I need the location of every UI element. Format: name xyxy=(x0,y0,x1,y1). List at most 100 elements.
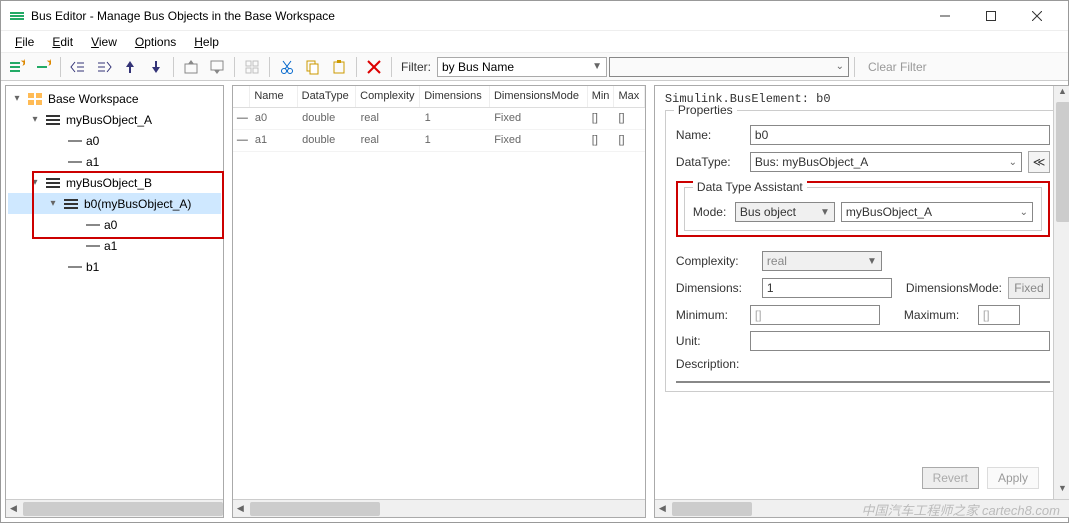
horizontal-scrollbar[interactable]: ◀ xyxy=(6,499,223,517)
toolbar: ★ ★ Filter: by Bus Name▼ ⌄ Clear Filter xyxy=(1,53,1068,81)
col-name[interactable]: Name xyxy=(250,86,297,107)
elements-grid[interactable]: Name DataType Complexity Dimensions Dime… xyxy=(233,86,645,499)
maximize-button[interactable] xyxy=(968,1,1014,31)
tree-item[interactable]: b1 xyxy=(8,256,221,277)
button-row: Revert Apply xyxy=(912,461,1049,495)
table-row[interactable]: — a1 double real 1 Fixed [] [] xyxy=(233,130,645,152)
menu-bar: File Edit View Options Help xyxy=(1,31,1068,53)
col-max[interactable]: Max xyxy=(614,86,644,107)
tree-item[interactable]: a1 xyxy=(8,235,221,256)
tree-label: a1 xyxy=(86,155,99,169)
copy-icon[interactable] xyxy=(301,56,325,78)
import-icon[interactable] xyxy=(179,56,203,78)
main-area: ▾ Base Workspace ▾ myBusObject_A a0 a1 ▾… xyxy=(1,81,1068,522)
delete-icon[interactable] xyxy=(362,56,386,78)
tree-label: a0 xyxy=(104,218,117,232)
unit-input[interactable] xyxy=(750,331,1050,351)
name-input[interactable]: b0 xyxy=(750,125,1050,145)
grid-header: Name DataType Complexity Dimensions Dime… xyxy=(233,86,645,108)
indent-right-icon[interactable] xyxy=(92,56,116,78)
unit-label: Unit: xyxy=(676,334,744,348)
close-button[interactable] xyxy=(1014,1,1060,31)
chevron-down-icon[interactable]: ▾ xyxy=(28,114,42,125)
filter-input[interactable]: ⌄ xyxy=(609,57,849,77)
chevron-down-icon[interactable]: ▾ xyxy=(10,93,24,104)
menu-view[interactable]: View xyxy=(83,33,125,51)
mode-object-select[interactable]: myBusObject_A⌄ xyxy=(841,202,1033,222)
filter-by-select[interactable]: by Bus Name▼ xyxy=(437,57,607,77)
bus-icon xyxy=(46,114,62,126)
move-down-icon[interactable] xyxy=(144,56,168,78)
properties-panel: Simulink.BusElement: b0 Properties Name:… xyxy=(654,85,1069,518)
tree-root[interactable]: ▾ Base Workspace xyxy=(8,88,221,109)
apply-button[interactable]: Apply xyxy=(987,467,1039,489)
svg-text:★: ★ xyxy=(20,59,25,69)
tree-label: a0 xyxy=(86,134,99,148)
tree-label: a1 xyxy=(104,239,117,253)
maximum-input[interactable]: [] xyxy=(978,305,1020,325)
indent-left-icon[interactable] xyxy=(66,56,90,78)
clear-filter-link[interactable]: Clear Filter xyxy=(860,60,935,74)
tree-item[interactable]: a0 xyxy=(8,214,221,235)
workspace-icon xyxy=(28,93,44,105)
chevron-down-icon[interactable]: ▾ xyxy=(46,198,60,209)
move-up-icon[interactable] xyxy=(118,56,142,78)
menu-edit[interactable]: Edit xyxy=(44,33,81,51)
tree-label: Base Workspace xyxy=(48,92,139,106)
datatype-assist-button[interactable]: ≪ xyxy=(1028,151,1050,173)
element-icon xyxy=(68,161,82,163)
element-icon xyxy=(86,224,100,226)
description-label: Description: xyxy=(676,357,744,371)
dimensionsmode-select[interactable]: Fixed xyxy=(1008,277,1050,299)
col-min[interactable]: Min xyxy=(588,86,615,107)
minimum-label: Minimum: xyxy=(676,308,744,322)
new-bus-icon[interactable]: ★ xyxy=(5,56,29,78)
minimize-button[interactable] xyxy=(922,1,968,31)
revert-button[interactable]: Revert xyxy=(922,467,979,489)
tree-label: b1 xyxy=(86,260,99,274)
export-icon[interactable] xyxy=(205,56,229,78)
element-icon xyxy=(68,140,82,142)
app-icon xyxy=(9,8,25,24)
datatype-select[interactable]: Bus: myBusObject_A⌄ xyxy=(750,152,1022,172)
description-textarea[interactable] xyxy=(676,381,1050,383)
new-element-icon[interactable]: ★ xyxy=(31,56,55,78)
paste-icon[interactable] xyxy=(327,56,351,78)
col-dimensions[interactable]: Dimensions xyxy=(420,86,490,107)
svg-text:★: ★ xyxy=(46,59,51,69)
chevron-down-icon[interactable]: ▾ xyxy=(28,177,42,188)
col-dimensionsmode[interactable]: DimensionsMode xyxy=(490,86,588,107)
col-complexity[interactable]: Complexity xyxy=(356,86,420,107)
maximum-label: Maximum: xyxy=(904,308,972,322)
dta-legend: Data Type Assistant xyxy=(693,180,807,194)
grid-panel: Name DataType Complexity Dimensions Dime… xyxy=(232,85,646,518)
tree-item[interactable]: ▾ myBusObject_A xyxy=(8,109,221,130)
mode-select[interactable]: Bus object▼ xyxy=(735,202,835,222)
minimum-input[interactable]: [] xyxy=(750,305,880,325)
title-bar: Bus Editor - Manage Bus Objects in the B… xyxy=(1,1,1068,31)
dimensionsmode-label: DimensionsMode: xyxy=(906,281,1002,295)
tree-label: myBusObject_A xyxy=(66,113,152,127)
workspace-tree[interactable]: ▾ Base Workspace ▾ myBusObject_A a0 a1 ▾… xyxy=(6,86,223,499)
tree-item[interactable]: a1 xyxy=(8,151,221,172)
complexity-label: Complexity: xyxy=(676,254,756,268)
tree-item[interactable]: ▾ myBusObject_B xyxy=(8,172,221,193)
datatype-label: DataType: xyxy=(676,155,744,169)
cut-icon[interactable] xyxy=(275,56,299,78)
tree-item-selected[interactable]: ▾ b0(myBusObject_A) xyxy=(8,193,221,214)
menu-file[interactable]: File xyxy=(7,33,42,51)
mode-label: Mode: xyxy=(693,205,729,219)
col-datatype[interactable]: DataType xyxy=(298,86,357,107)
table-row[interactable]: — a0 double real 1 Fixed [] [] xyxy=(233,108,645,130)
bus-icon xyxy=(64,198,80,210)
tree-label: b0(myBusObject_A) xyxy=(84,197,191,211)
element-icon xyxy=(86,245,100,247)
menu-help[interactable]: Help xyxy=(186,33,227,51)
vertical-scrollbar[interactable]: ▲▼ xyxy=(1053,86,1069,499)
menu-options[interactable]: Options xyxy=(127,33,184,51)
dimensions-input[interactable]: 1 xyxy=(762,278,892,298)
horizontal-scrollbar[interactable]: ◀ xyxy=(233,499,645,517)
bus-icon xyxy=(46,177,62,189)
tree-item[interactable]: a0 xyxy=(8,130,221,151)
grid-icon[interactable] xyxy=(240,56,264,78)
